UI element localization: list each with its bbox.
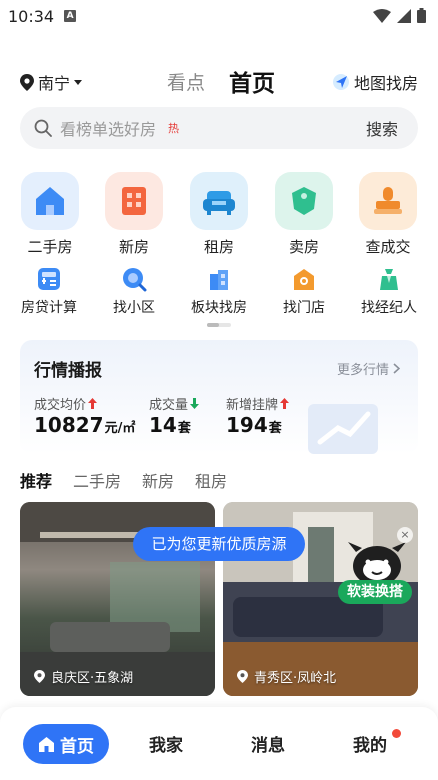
stamp-icon [359,172,417,230]
category-label: 查成交 [365,238,411,256]
category-transactions[interactable]: 查成交 [353,172,423,257]
nav-my-home[interactable]: 我家 [149,731,183,756]
status-icons [373,8,426,23]
category-second-hand[interactable]: 二手房 [15,172,85,257]
listing-location: 良庆区·五象湖 [34,667,133,686]
stat-volume: 成交量 14套 [149,394,200,437]
recommend-tabs: 推荐 二手房 新房 租房 [20,468,248,492]
tab-kandian[interactable]: 看点 [167,68,205,95]
tab-home[interactable]: 首页 [229,64,275,98]
listing-location-label: 青秀区·凤岭北 [254,671,337,686]
main-categories: 二手房 新房 租房 卖房 查成交 [0,172,438,258]
tool-label: 找小区 [113,300,155,316]
nav-home[interactable]: 首页 [23,724,109,764]
search-bar[interactable]: 看榜单选好房 热 搜索 [20,107,418,149]
city-selector[interactable]: 南宁 [20,70,83,94]
tool-find-community[interactable]: 找小区 [94,266,174,317]
market-title: 行情播报 [34,361,102,381]
sofa-icon [190,172,248,230]
nav-messages[interactable]: 消息 [251,731,285,756]
category-rent[interactable]: 租房 [184,172,254,257]
promo-badge[interactable]: 软装换搭 [338,580,412,604]
hot-badge: 热 [168,122,180,135]
category-label: 新房 [118,238,149,256]
top-navigation: 南宁 看点 首页 地图找房 [0,62,438,98]
status-bar: 10:34 A [0,0,438,32]
search-input[interactable]: 看榜单选好房 [60,116,156,140]
battery-icon [417,8,426,23]
close-icon[interactable]: × [397,527,413,543]
category-sell[interactable]: 卖房 [269,172,339,257]
stat-label: 新增挂牌 [226,398,279,413]
tool-mortgage-calculator[interactable]: 房贷计算 [9,266,89,317]
search-button[interactable]: 搜索 [366,116,398,140]
stat-label: 成交均价 [34,398,87,413]
map-find-label: 地图找房 [353,74,418,93]
store-icon [291,266,317,292]
stat-avg-price: 成交均价 10827元/㎡ [34,394,135,437]
tag-icon [275,172,333,230]
more-market-label: 更多行情 [336,363,389,378]
tab-second-hand[interactable]: 二手房 [73,468,121,492]
category-new-house[interactable]: 新房 [99,172,169,257]
location-pin-icon [237,670,248,683]
nav-profile[interactable]: 我的 [353,731,387,756]
nav-home-label: 首页 [60,736,94,757]
more-market-link[interactable]: 更多行情 [337,359,400,378]
house-icon [21,172,79,230]
listing-location: 青秀区·凤岭北 [237,667,336,686]
chart-decoration-icon [308,404,378,454]
stat-value: 14 [149,413,177,437]
agent-icon [376,266,402,292]
arrow-up-icon [88,398,98,409]
status-time: 10:34 [8,6,55,26]
tab-new-house[interactable]: 新房 [142,468,174,492]
home-icon [39,736,54,752]
tool-find-store[interactable]: 找门店 [264,266,344,317]
stat-unit: 套 [177,421,191,436]
category-label: 租房 [203,238,234,256]
category-label: 二手房 [27,238,73,256]
tool-label: 找门店 [283,300,325,316]
block-icon [206,266,232,292]
stat-value: 10827 [34,413,104,437]
location-pin-icon [34,670,45,683]
carousel-indicator [207,323,231,327]
tool-label: 板块找房 [191,300,247,316]
bottom-navigation: 首页 我家 消息 我的 [0,707,438,780]
wifi-icon [373,8,391,23]
tab-rent[interactable]: 租房 [195,468,227,492]
tool-label: 房贷计算 [21,300,77,316]
arrow-down-icon [190,398,200,409]
sub-categories: 房贷计算 找小区 板块找房 找门店 找经纪人 [0,266,438,322]
notification-app-icon: A [64,10,77,22]
update-toast: 已为您更新优质房源 [133,527,305,561]
stat-unit: 元/㎡ [104,421,136,436]
market-report-card[interactable]: 行情播报 更多行情 成交均价 10827元/㎡ 成交量 14套 新增挂牌 194… [20,340,418,454]
stat-unit: 套 [268,421,282,436]
location-pin-icon [20,73,34,91]
map-navigation-icon [332,74,349,90]
listing-location-label: 良庆区·五象湖 [51,671,134,686]
tab-recommend[interactable]: 推荐 [20,468,52,492]
calculator-icon [36,266,62,292]
search-icon [34,119,52,137]
notification-dot [392,729,401,738]
signal-icon [397,8,411,23]
stat-new-listings: 新增挂牌 194套 [226,394,290,437]
tool-block-search[interactable]: 板块找房 [179,266,259,317]
stat-label: 成交量 [149,398,189,413]
map-find-button[interactable]: 地图找房 [332,70,418,94]
arrow-up-icon [280,398,290,409]
building-icon [105,172,163,230]
chevron-down-icon [74,79,83,85]
category-label: 卖房 [288,238,319,256]
city-name: 南宁 [38,74,71,93]
search-community-icon [121,266,147,292]
tool-find-agent[interactable]: 找经纪人 [349,266,429,317]
chevron-right-icon [393,363,400,374]
tool-label: 找经纪人 [361,300,417,316]
stat-value: 194 [226,413,268,437]
